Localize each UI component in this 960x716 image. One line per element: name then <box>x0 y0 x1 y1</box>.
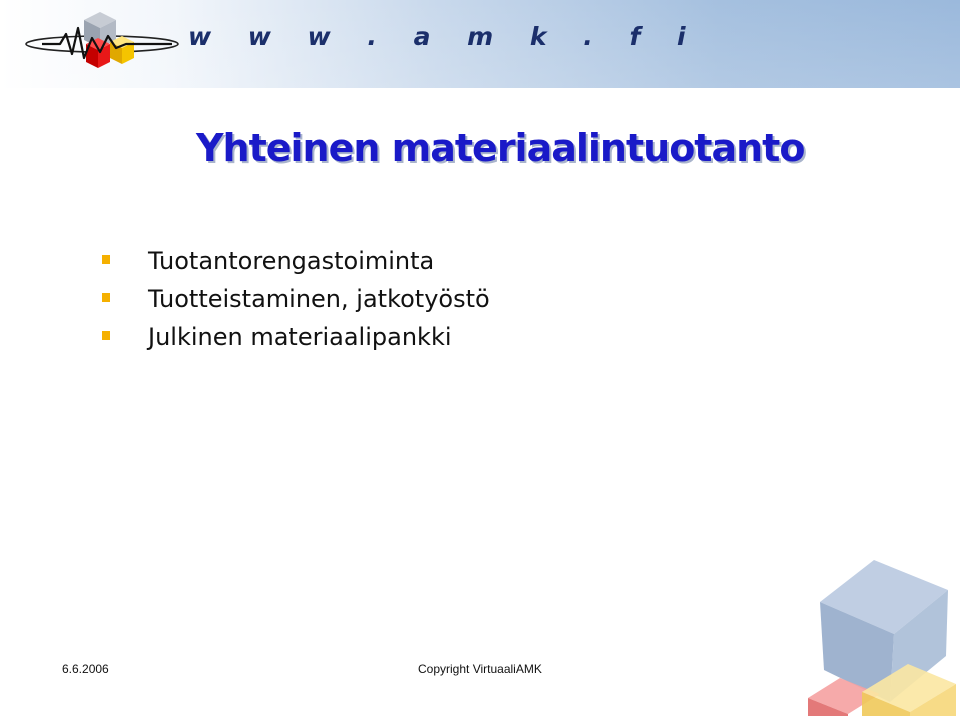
bullet-item: Julkinen materiaalipankki <box>100 320 490 358</box>
footer-copyright: Copyright VirtuaaliAMK <box>418 662 542 676</box>
header-banner: w w w . a m k . f i <box>0 0 960 88</box>
footer-date: 6.6.2006 <box>62 662 109 676</box>
square-bullet-icon <box>102 331 110 340</box>
bullet-text: Tuotteistaminen, jatkotyöstö <box>148 285 490 313</box>
bullet-item: Tuotteistaminen, jatkotyöstö <box>100 282 490 320</box>
bullet-list: Tuotantorengastoiminta Tuotteistaminen, … <box>100 244 490 358</box>
square-bullet-icon <box>102 255 110 264</box>
site-url-text: w w w . a m k . f i <box>188 22 700 51</box>
amk-logo-icon <box>25 12 179 68</box>
bullet-item: Tuotantorengastoiminta <box>100 244 490 282</box>
bullet-text: Tuotantorengastoiminta <box>148 247 435 275</box>
slide-title: Yhteinen materiaalintuotanto <box>196 126 805 170</box>
bullet-text: Julkinen materiaalipankki <box>148 323 452 351</box>
decorative-cubes-icon <box>808 560 956 716</box>
square-bullet-icon <box>102 293 110 302</box>
